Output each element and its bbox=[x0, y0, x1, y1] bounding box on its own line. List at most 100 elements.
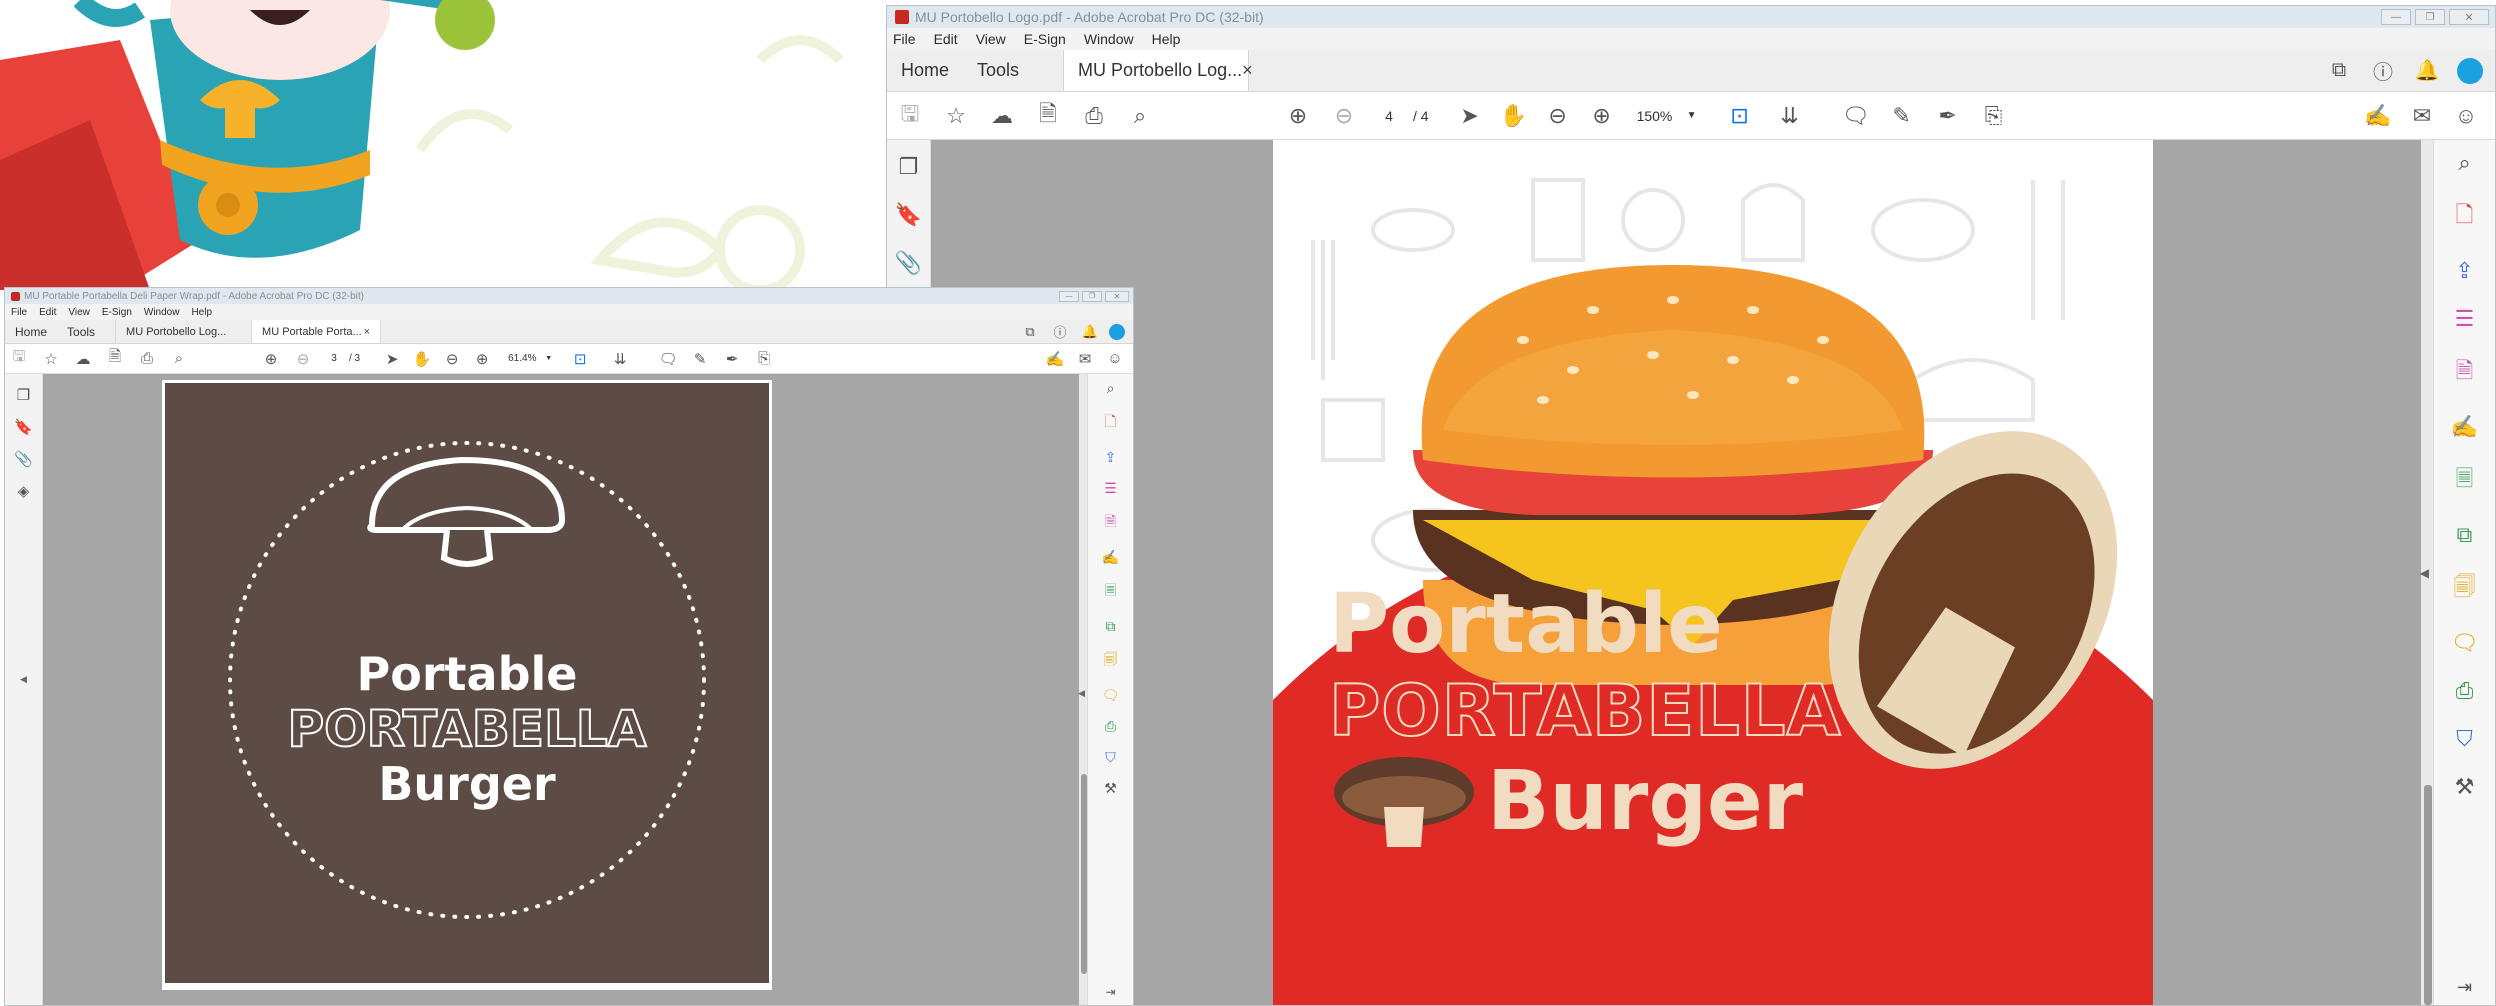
fit-page-icon[interactable]: ⊡ bbox=[568, 347, 592, 371]
menu-view[interactable]: View bbox=[976, 31, 1006, 47]
menu-esign[interactable]: E-Sign bbox=[102, 307, 132, 318]
search-zoom-icon[interactable]: ⌕ bbox=[1107, 380, 1115, 397]
restore-button[interactable]: ❐ bbox=[2415, 9, 2445, 25]
create-pdf-icon[interactable]: 🗋 bbox=[2456, 198, 2474, 236]
organize-pages-icon[interactable]: ☰ bbox=[1104, 480, 1117, 497]
scroll-mode-icon[interactable]: ⇊ bbox=[608, 347, 632, 371]
more-tools-icon[interactable]: ⚒ bbox=[1104, 780, 1117, 797]
send-for-signature-icon[interactable]: 🗏 bbox=[2456, 462, 2474, 500]
collapse-pane-icon[interactable]: ⇥ bbox=[2457, 977, 2472, 998]
page-down-icon[interactable]: ⊖ bbox=[291, 347, 315, 371]
minimize-button[interactable]: — bbox=[2381, 9, 2411, 25]
notifications-bell-icon[interactable]: 🔔 bbox=[2405, 54, 2449, 88]
account-icon[interactable]: ☺ bbox=[1103, 347, 1127, 371]
account-icon[interactable]: ☺ bbox=[2449, 99, 2483, 133]
draw-icon[interactable]: ✒ bbox=[720, 347, 744, 371]
close-window-button[interactable]: ✕ bbox=[1105, 290, 1129, 302]
menu-window[interactable]: Window bbox=[144, 307, 180, 318]
print-icon[interactable]: ⎙ bbox=[135, 347, 159, 371]
select-arrow-icon[interactable]: ➤ bbox=[1453, 99, 1487, 133]
close-tab-icon[interactable]: × bbox=[364, 326, 370, 338]
tab-tools[interactable]: Tools bbox=[963, 50, 1033, 91]
cloud-upload-icon[interactable]: ☁ bbox=[985, 99, 1019, 133]
attachments-icon[interactable]: 📎 bbox=[895, 250, 922, 276]
bookmarks-icon[interactable]: 🔖 bbox=[895, 202, 922, 228]
search-zoom-icon[interactable]: ⌕ bbox=[167, 347, 191, 371]
page-up-icon[interactable]: ⊕ bbox=[259, 347, 283, 371]
tab-document[interactable]: MU Portobello Log... × bbox=[1063, 50, 1253, 91]
share-screen-icon[interactable]: ⧉ bbox=[1015, 320, 1045, 344]
attachments-icon[interactable]: 📎 bbox=[14, 450, 33, 468]
minimize-button[interactable]: — bbox=[1059, 290, 1079, 302]
export-pdf-icon[interactable]: ⇪ bbox=[2455, 258, 2473, 284]
menu-esign[interactable]: E-Sign bbox=[1024, 31, 1066, 47]
sign-icon[interactable]: ✍ bbox=[2361, 99, 2395, 133]
sign-icon[interactable]: ✍ bbox=[1043, 347, 1067, 371]
menu-help[interactable]: Help bbox=[1152, 31, 1181, 47]
page-up-icon[interactable]: ⊕ bbox=[1281, 99, 1315, 133]
menu-edit[interactable]: Edit bbox=[39, 307, 56, 318]
zoom-select[interactable]: 61.4% ▼ bbox=[508, 353, 552, 364]
file-share-icon[interactable]: 🗎 bbox=[103, 347, 127, 371]
restore-button[interactable]: ❐ bbox=[1082, 290, 1102, 302]
more-tools-icon[interactable]: ⚒ bbox=[2455, 774, 2475, 800]
search-zoom-icon[interactable]: ⌕ bbox=[1123, 99, 1157, 133]
stamp-icon[interactable]: ⎘ bbox=[1977, 99, 2011, 133]
menu-help[interactable]: Help bbox=[191, 307, 212, 318]
protect-shield-icon[interactable]: ⛉ bbox=[2456, 726, 2473, 752]
document-view[interactable]: Portable PORTABELLA Burger bbox=[43, 374, 1089, 1005]
tab-document-2[interactable]: MU Portable Porta... × bbox=[251, 320, 382, 343]
organize-pages-icon[interactable]: ☰ bbox=[2455, 306, 2475, 332]
page-down-icon[interactable]: ⊖ bbox=[1327, 99, 1361, 133]
tab-tools[interactable]: Tools bbox=[57, 320, 105, 343]
comment-tool-icon[interactable]: 🗨 bbox=[2451, 630, 2479, 656]
page-thumbnails-icon[interactable]: ❐ bbox=[899, 154, 919, 180]
help-icon[interactable]: ⓘ bbox=[1045, 320, 1075, 344]
highlight-icon[interactable]: ✎ bbox=[1885, 99, 1919, 133]
zoom-in-icon[interactable]: ⊕ bbox=[1585, 99, 1619, 133]
star-icon[interactable]: ☆ bbox=[939, 99, 973, 133]
zoom-out-icon[interactable]: ⊖ bbox=[440, 347, 464, 371]
zoom-in-icon[interactable]: ⊕ bbox=[470, 347, 494, 371]
compare-files-icon[interactable]: ⧉ bbox=[1106, 618, 1116, 635]
fit-page-icon[interactable]: ⊡ bbox=[1723, 99, 1757, 133]
menu-file[interactable]: File bbox=[893, 31, 916, 47]
page-number-input[interactable]: 3 bbox=[323, 350, 345, 367]
fill-sign-icon[interactable]: ✍ bbox=[1102, 549, 1119, 566]
email-icon[interactable]: ✉ bbox=[1073, 347, 1097, 371]
file-share-icon[interactable]: 🗎 bbox=[1031, 99, 1065, 133]
layers-icon[interactable]: ◈ bbox=[18, 482, 30, 500]
zoom-out-icon[interactable]: ⊖ bbox=[1541, 99, 1575, 133]
compare-files-icon[interactable]: ⧉ bbox=[2457, 522, 2473, 548]
highlight-icon[interactable]: ✎ bbox=[688, 347, 712, 371]
comment-icon[interactable]: 🗨 bbox=[1839, 99, 1873, 133]
page-thumbnails-icon[interactable]: ❐ bbox=[17, 386, 30, 404]
bookmarks-icon[interactable]: 🔖 bbox=[14, 418, 33, 436]
share-screen-icon[interactable]: ⧉ bbox=[2317, 54, 2361, 88]
menu-file[interactable]: File bbox=[11, 307, 27, 318]
expand-right-pane-icon[interactable]: ◀ bbox=[1078, 688, 1085, 699]
expand-right-pane-icon[interactable]: ◀ bbox=[2420, 566, 2429, 580]
menu-edit[interactable]: Edit bbox=[934, 31, 958, 47]
collapse-pane-icon[interactable]: ⇥ bbox=[1105, 985, 1115, 999]
tab-document-1[interactable]: MU Portobello Log... bbox=[115, 320, 252, 343]
menu-window[interactable]: Window bbox=[1084, 31, 1134, 47]
protect-shield-icon[interactable]: ⛉ bbox=[1105, 749, 1116, 766]
edit-pdf-icon[interactable]: 🗎 bbox=[2456, 354, 2474, 392]
search-zoom-icon[interactable]: ⌕ bbox=[2458, 150, 2470, 176]
request-esign-icon[interactable]: 🗐 bbox=[2454, 570, 2476, 608]
print-production-icon[interactable]: ⎙ bbox=[1105, 718, 1116, 735]
cloud-upload-icon[interactable]: ☁ bbox=[71, 347, 95, 371]
expand-left-pane-icon[interactable]: ◀ bbox=[20, 674, 27, 685]
request-esign-icon[interactable]: 🗐 bbox=[1104, 649, 1118, 673]
close-window-button[interactable]: ✕ bbox=[2449, 9, 2489, 25]
hand-icon[interactable]: ✋ bbox=[1497, 99, 1531, 133]
stamp-icon[interactable]: ⎘ bbox=[752, 347, 776, 371]
export-pdf-icon[interactable]: ⇪ bbox=[1105, 449, 1117, 466]
avatar[interactable] bbox=[1109, 323, 1125, 340]
fill-sign-icon[interactable]: ✍ bbox=[2451, 414, 2478, 440]
draw-icon[interactable]: ✒ bbox=[1931, 99, 1965, 133]
edit-pdf-icon[interactable]: 🗎 bbox=[1105, 511, 1116, 535]
notifications-bell-icon[interactable]: 🔔 bbox=[1075, 320, 1105, 344]
create-pdf-icon[interactable]: 🗋 bbox=[1105, 411, 1116, 435]
